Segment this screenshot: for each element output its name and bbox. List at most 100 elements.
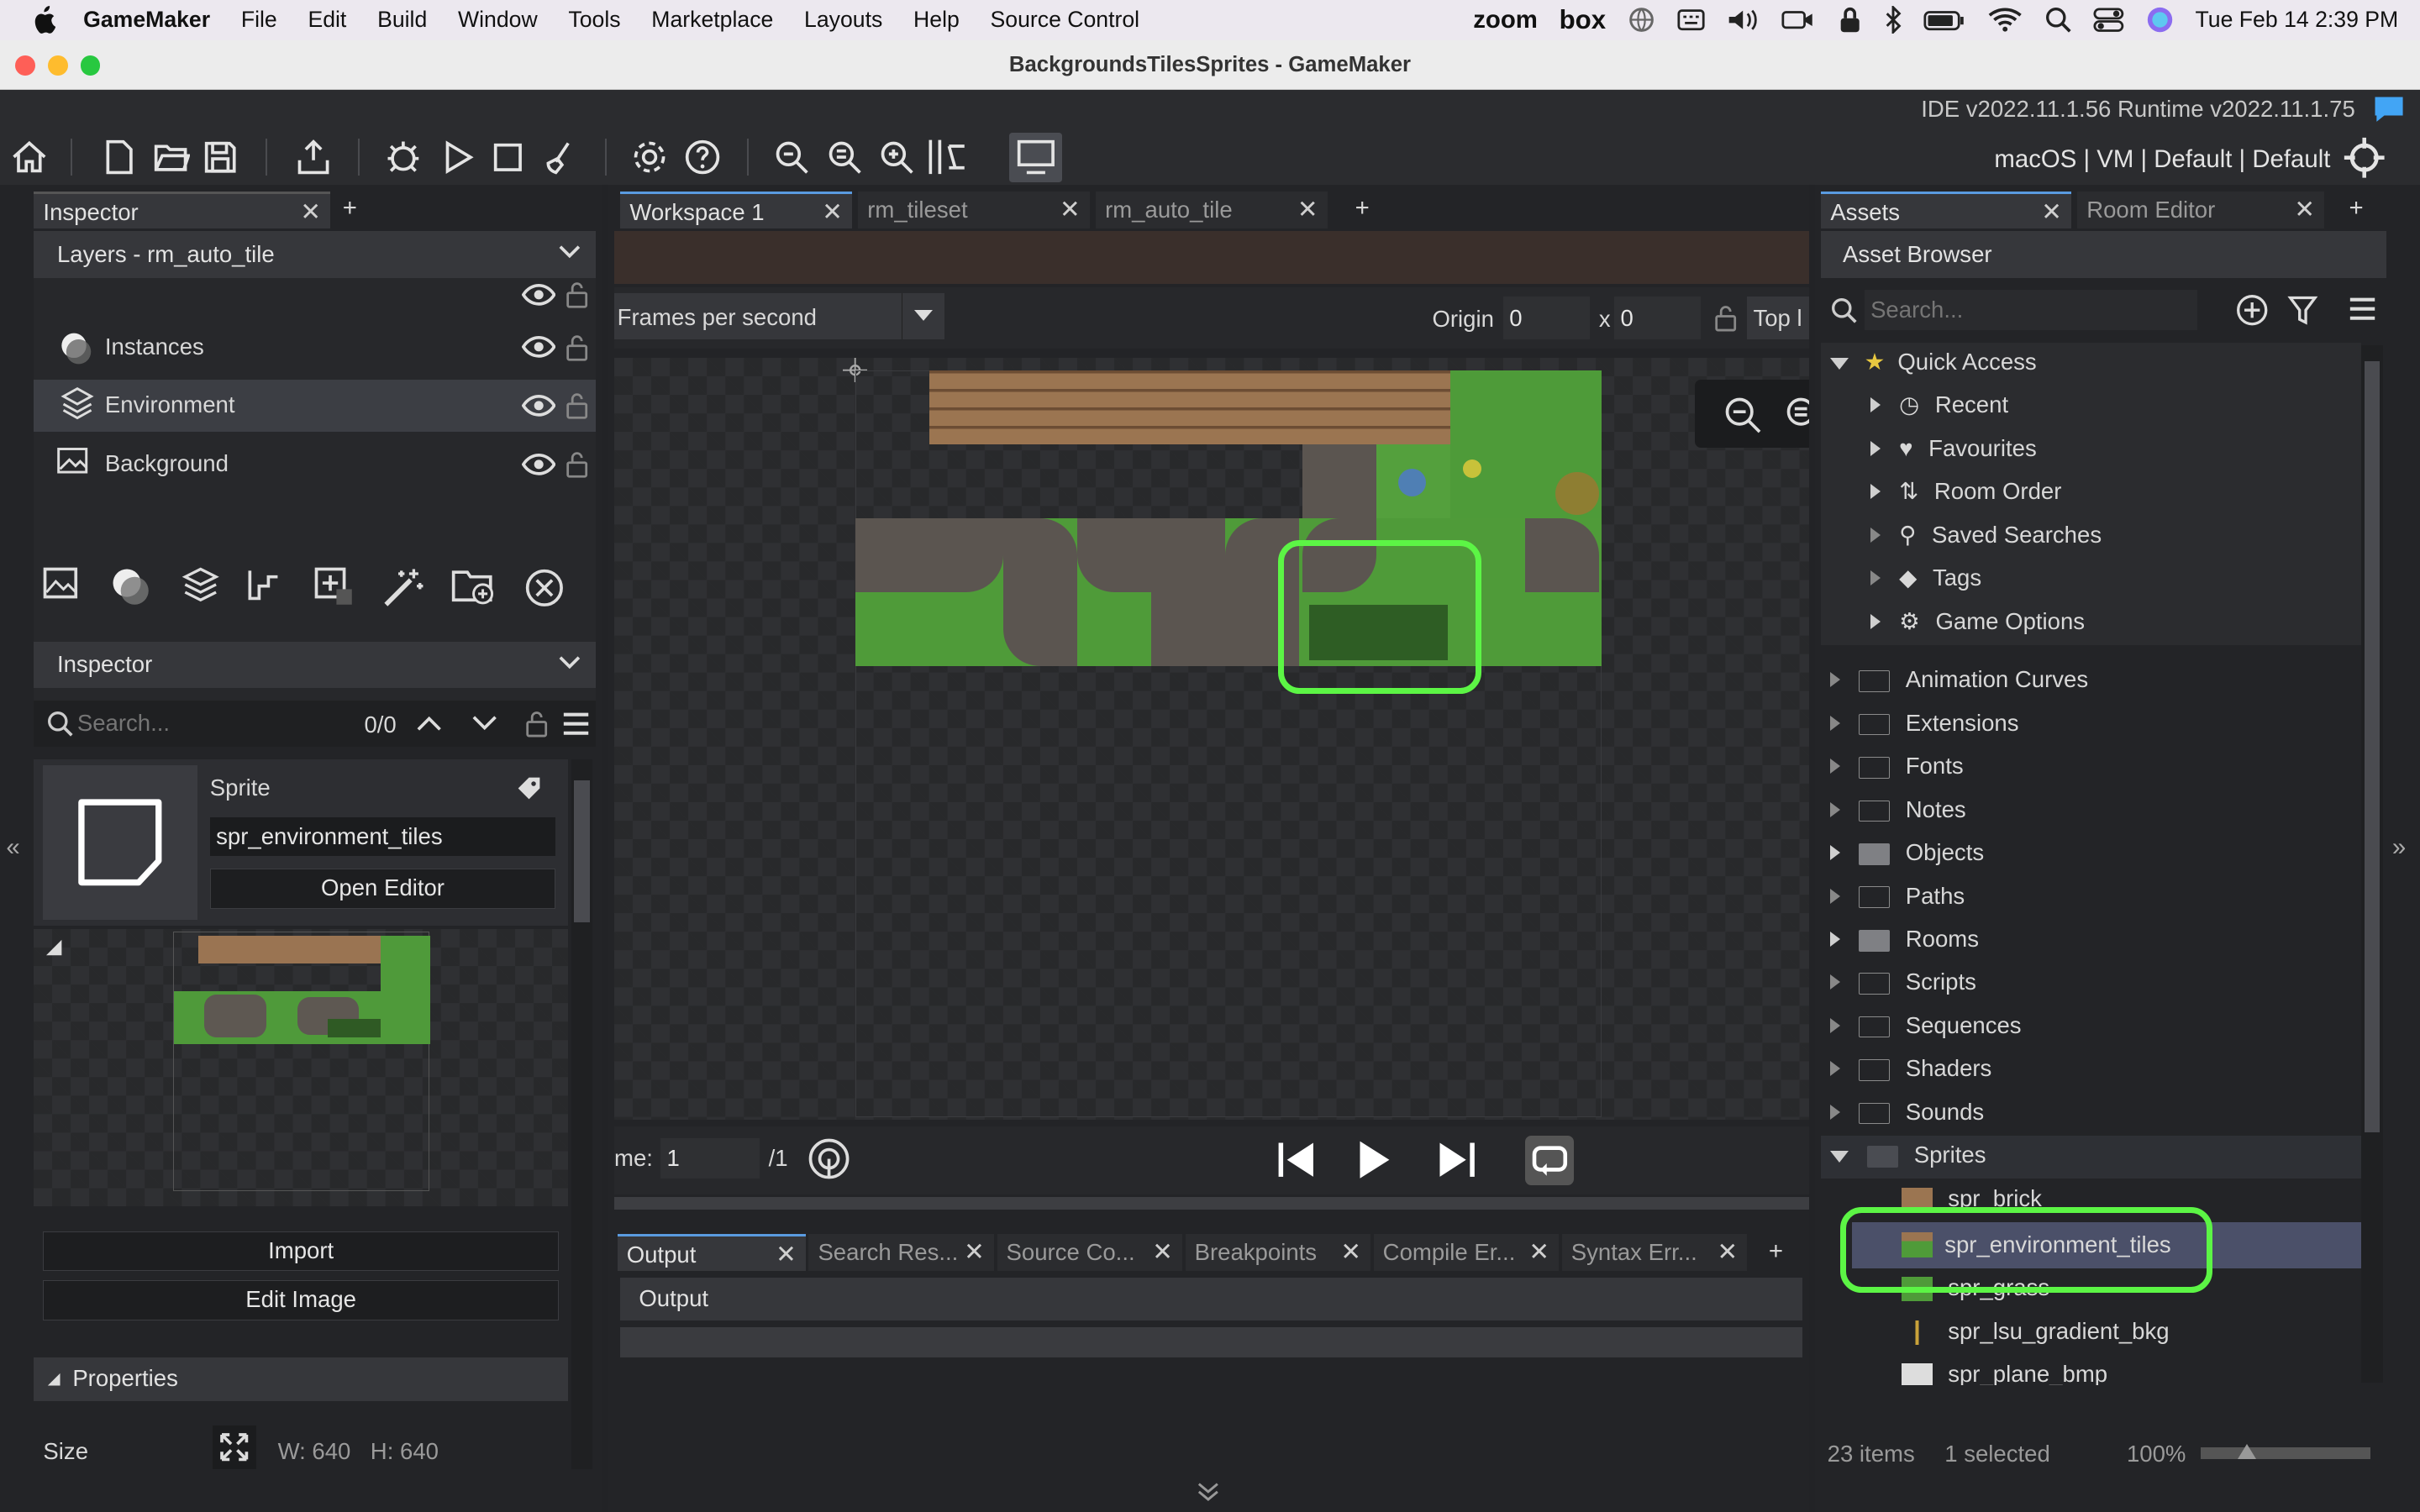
menu-layouts[interactable]: Layouts [789, 7, 898, 33]
menu-file[interactable]: File [225, 7, 292, 33]
volume-icon[interactable] [1726, 8, 1760, 32]
tab-room-editor[interactable]: Room Editor ✕ [2077, 191, 2325, 228]
add-instance-layer-icon[interactable] [108, 564, 155, 611]
properties-header[interactable]: Properties [34, 1357, 568, 1401]
asset-scrollbar[interactable] [2361, 345, 2383, 1383]
close-tab-icon[interactable]: ✕ [822, 194, 843, 231]
run-icon[interactable] [435, 136, 481, 179]
chevron-down-icon[interactable] [559, 244, 581, 259]
folder-sprites[interactable]: Sprites [1830, 1142, 1986, 1168]
close-tab-icon[interactable]: ✕ [1152, 1234, 1173, 1271]
eye-icon[interactable] [521, 453, 556, 475]
menu-icon[interactable] [562, 711, 590, 736]
inspector-header[interactable]: Inspector [34, 642, 596, 689]
collapse-icon[interactable] [46, 1372, 61, 1387]
expand-dock-icon[interactable] [1197, 1481, 1219, 1503]
app-menu[interactable]: GameMaker [71, 7, 225, 33]
sprite-item-spr-brick[interactable]: spr_brick [1901, 1185, 2042, 1212]
siri-icon[interactable] [2146, 6, 2174, 34]
close-tab-icon[interactable]: ✕ [2041, 194, 2062, 231]
sprite-item-spr-lsu-gradient-bkg[interactable]: spr_lsu_gradient_bkg [1901, 1318, 2170, 1345]
menu-marketplace[interactable]: Marketplace [636, 7, 789, 33]
delete-layer-icon[interactable] [524, 568, 565, 608]
battery-icon[interactable] [1923, 8, 1966, 32]
folder-scripts[interactable]: Scripts [1830, 969, 1976, 995]
save-icon[interactable] [197, 136, 244, 179]
keyboard-icon[interactable] [1677, 8, 1705, 32]
add-tab-button[interactable]: + [2349, 194, 2363, 223]
video-icon[interactable] [1781, 8, 1815, 32]
panel-splitter[interactable] [614, 1197, 1809, 1210]
loop-icon[interactable] [1524, 1135, 1575, 1185]
folder-objects[interactable]: Objects [1830, 839, 1984, 866]
zoom-window-button[interactable] [80, 55, 101, 76]
add-path-layer-icon[interactable] [244, 564, 287, 607]
eye-icon[interactable] [521, 395, 556, 417]
origin-y-field[interactable]: 0 [1614, 296, 1702, 340]
menu-window[interactable]: Window [443, 7, 553, 33]
previous-result-icon[interactable] [417, 714, 441, 732]
collapse-right-panel-icon[interactable]: » [2392, 833, 2406, 862]
window-layout-icon[interactable] [1009, 132, 1062, 182]
folder-shaders[interactable]: Shaders [1830, 1055, 1991, 1082]
lock-inspector-icon[interactable] [524, 708, 549, 739]
menu-build[interactable]: Build [362, 7, 443, 33]
close-tab-icon[interactable]: ✕ [1060, 192, 1081, 228]
close-tab-icon[interactable]: ✕ [2294, 192, 2315, 228]
quick-access-favourites[interactable]: ♥ Favourites [1870, 435, 2037, 462]
zoom-out-icon[interactable] [769, 136, 815, 179]
wifi-icon[interactable] [1988, 8, 2023, 32]
folder-sounds[interactable]: Sounds [1830, 1099, 1984, 1126]
play-icon[interactable] [1355, 1138, 1392, 1181]
home-icon[interactable] [6, 136, 52, 179]
open-project-icon[interactable] [148, 136, 194, 179]
spotlight-search-icon[interactable] [2044, 6, 2072, 34]
tab-breakpoints[interactable]: Breakpoints ✕ [1185, 1234, 1370, 1272]
filter-icon[interactable] [2287, 293, 2318, 327]
lock-all-icon[interactable] [565, 281, 589, 308]
clean-icon[interactable] [537, 136, 583, 179]
add-tab-button[interactable]: + [343, 194, 357, 223]
inspector-scrollbar[interactable] [571, 759, 593, 1469]
sprite-name-field[interactable]: spr_environment_tiles [209, 817, 556, 857]
folder-notes[interactable]: Notes [1830, 796, 1966, 823]
zoom-status-icon[interactable]: zoom [1473, 6, 1538, 34]
target-config-label[interactable]: macOS | VM | Default | Default [1994, 145, 2330, 174]
tab-inspector[interactable]: Inspector ✕ [34, 191, 331, 231]
zoom-reset-icon[interactable] [821, 136, 867, 179]
edit-image-button[interactable]: Edit Image [43, 1280, 559, 1321]
quick-access-recent[interactable]: ◷ Recent [1870, 391, 2008, 418]
zoom-in-icon[interactable] [874, 136, 920, 179]
folder-animation-curves[interactable]: Animation Curves [1830, 666, 2088, 693]
zoom-reset-icon[interactable] [1784, 395, 1809, 435]
chat-icon[interactable] [2370, 92, 2407, 126]
menubar-datetime[interactable]: Tue Feb 14 2:39 PM [2196, 7, 2399, 33]
game-options-gear-icon[interactable] [627, 136, 673, 179]
add-background-layer-icon[interactable] [40, 564, 83, 607]
tab-compile-errors[interactable]: Compile Er... ✕ [1373, 1234, 1560, 1272]
quick-access-game-options[interactable]: ⚙ Game Options [1870, 608, 2085, 635]
tab-rm-auto-tile[interactable]: rm_auto_tile ✕ [1096, 191, 1328, 228]
zoom-slider-thumb[interactable] [2238, 1444, 2257, 1460]
folder-extensions[interactable]: Extensions [1830, 710, 2018, 737]
box-status-icon[interactable]: box [1560, 5, 1607, 35]
menu-source-control[interactable]: Source Control [975, 7, 1155, 33]
fit-view-icon[interactable] [923, 136, 969, 179]
add-effect-layer-icon[interactable] [380, 564, 426, 611]
close-tab-icon[interactable]: ✕ [300, 194, 321, 231]
layers-header[interactable]: Layers - rm_auto_tile [34, 231, 596, 278]
menu-edit[interactable]: Edit [292, 7, 362, 33]
eye-icon[interactable] [521, 336, 556, 359]
new-project-icon[interactable] [96, 136, 142, 179]
tab-assets[interactable]: Assets ✕ [1821, 191, 2071, 231]
lock-icon[interactable] [1838, 6, 1862, 34]
close-window-button[interactable] [15, 55, 36, 76]
help-icon[interactable] [679, 136, 725, 179]
resize-icon[interactable] [213, 1425, 256, 1469]
lock-icon[interactable] [565, 391, 589, 420]
minimize-window-button[interactable] [47, 55, 68, 76]
skip-to-end-icon[interactable] [1435, 1138, 1478, 1181]
target-crosshair-icon[interactable] [2343, 136, 2386, 179]
layer-environment[interactable]: Environment [34, 379, 596, 433]
tab-output[interactable]: Output ✕ [617, 1234, 806, 1272]
